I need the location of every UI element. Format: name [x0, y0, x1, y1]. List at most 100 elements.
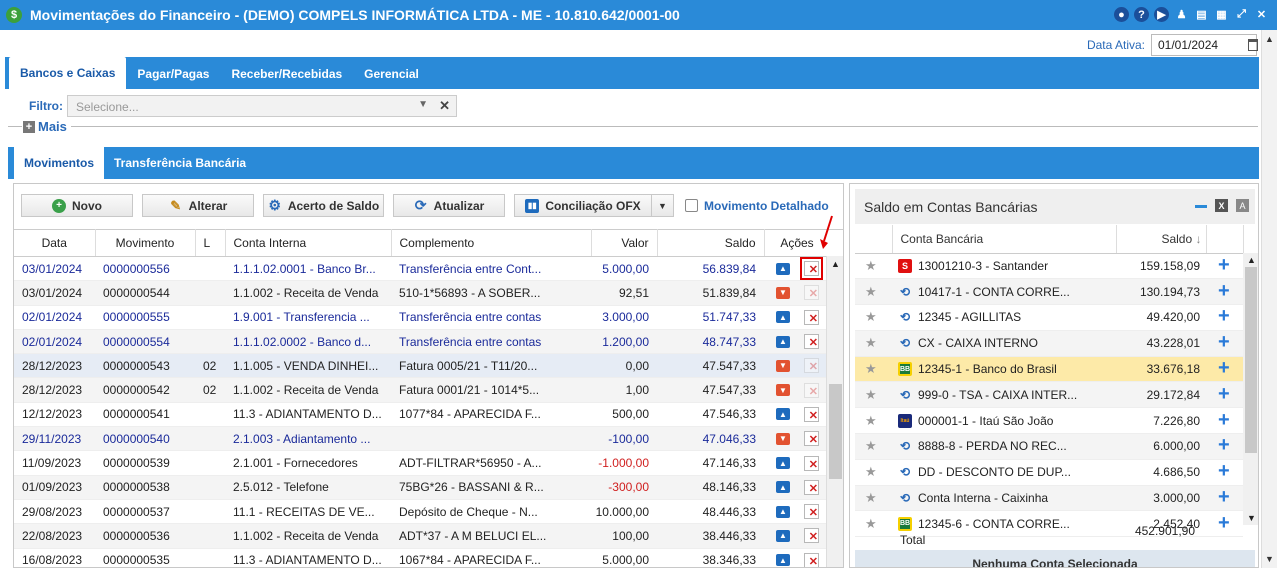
- thumbs-up-icon[interactable]: ▲: [776, 408, 790, 421]
- tab-receber-recebidas[interactable]: Receber/Recebidas: [220, 58, 353, 89]
- thumbs-up-icon[interactable]: ▲: [776, 335, 790, 348]
- thumbs-up-icon[interactable]: ▲: [776, 311, 790, 324]
- add-plus-icon[interactable]: +: [1206, 485, 1243, 512]
- favorite-star-icon[interactable]: ★: [855, 356, 892, 383]
- cancel-document-icon[interactable]: ✕: [804, 552, 819, 567]
- table-row[interactable]: ★ Itaú 000001-1 - Itaú São João 7.226,80 +: [855, 407, 1243, 435]
- excel-icon[interactable]: X: [1215, 199, 1228, 212]
- filtro-select[interactable]: Selecione... ▼ ✕: [67, 95, 457, 117]
- favorite-star-icon[interactable]: ★: [855, 253, 892, 280]
- add-plus-icon[interactable]: +: [1206, 330, 1243, 357]
- alterar-button[interactable]: ✎ Alterar: [142, 194, 254, 217]
- mais-toggle[interactable]: + Mais: [8, 119, 1258, 134]
- calendar-icon[interactable]: [1248, 39, 1258, 51]
- thumbs-up-icon[interactable]: ▲: [776, 262, 790, 275]
- tab-bancos-caixas[interactable]: Bancos e Caixas: [9, 57, 127, 89]
- table-row[interactable]: ★ ⟲ DD - DESCONTO DE DUP... 4.686,50 +: [855, 459, 1243, 486]
- add-plus-icon[interactable]: +: [1206, 356, 1243, 383]
- atualizar-button[interactable]: ⟳ Atualizar: [393, 194, 505, 217]
- cancel-document-icon[interactable]: ✕: [804, 504, 819, 520]
- thumbs-up-icon[interactable]: ▲: [776, 505, 790, 518]
- page-scrollbar[interactable]: ▲ ▼: [1261, 30, 1277, 568]
- add-plus-icon[interactable]: +: [1206, 381, 1243, 409]
- thumbs-up-icon[interactable]: ▲: [776, 481, 790, 494]
- clear-icon[interactable]: ✕: [439, 98, 450, 114]
- pdf-icon[interactable]: A: [1236, 199, 1249, 212]
- favorite-star-icon[interactable]: ★: [855, 459, 892, 486]
- scroll-down-icon[interactable]: ▼: [1247, 513, 1256, 523]
- expand-plus-icon[interactable]: +: [23, 120, 35, 133]
- col-l[interactable]: L: [195, 229, 226, 257]
- col-valor[interactable]: Valor: [591, 229, 658, 257]
- favorite-star-icon[interactable]: ★: [855, 381, 892, 409]
- minimize-icon[interactable]: [1195, 205, 1207, 208]
- print-icon[interactable]: ▤: [1194, 7, 1209, 22]
- favorite-star-icon[interactable]: ★: [855, 330, 892, 357]
- thumbs-down-icon[interactable]: ▼: [776, 286, 790, 299]
- conciliacao-ofx-button[interactable]: ▮▮ Conciliação OFX: [514, 194, 652, 217]
- saldo-scrollbar[interactable]: ▲ ▼: [1243, 253, 1258, 525]
- tab-pagar-pagas[interactable]: Pagar/Pagas: [126, 58, 220, 89]
- thumbs-down-icon[interactable]: ▼: [776, 432, 790, 445]
- cancel-document-icon[interactable]: ✕: [804, 406, 819, 422]
- chevron-down-icon[interactable]: ▼: [418, 99, 428, 110]
- thumbs-down-icon[interactable]: ▼: [776, 384, 790, 397]
- favorite-star-icon[interactable]: ★: [855, 433, 892, 460]
- tab-gerencial[interactable]: Gerencial: [353, 58, 430, 89]
- cancel-document-icon[interactable]: ✕: [804, 431, 819, 447]
- table-row[interactable]: 29/11/2023 0000000540 2.1.003 - Adiantamen…: [14, 426, 843, 452]
- settings-icon[interactable]: ●: [1114, 7, 1129, 22]
- scroll-up-icon[interactable]: ▲: [1247, 255, 1256, 265]
- table-row[interactable]: ★ ⟲ Conta Interna - Caixinha 3.000,00 +: [855, 485, 1243, 512]
- col-conta-bancaria[interactable]: Conta Bancária: [892, 225, 1117, 254]
- favorite-star-icon[interactable]: ★: [855, 278, 892, 306]
- add-plus-icon[interactable]: +: [1206, 459, 1243, 486]
- cancel-document-icon[interactable]: ✕: [804, 358, 819, 374]
- thumbs-down-icon[interactable]: ▼: [776, 359, 790, 372]
- tab-transferencia-bancaria[interactable]: Transferência Bancária: [104, 147, 256, 179]
- cancel-document-icon[interactable]: ✕: [804, 479, 819, 495]
- movimentos-scrollbar[interactable]: ▲: [826, 256, 843, 567]
- table-row[interactable]: 28/12/2023 0000000542 02 1.1.002 - Receita …: [14, 377, 843, 403]
- add-plus-icon[interactable]: +: [1206, 407, 1243, 435]
- table-row[interactable]: ★ ⟲ 12345 - AGILLITAS 49.420,00 +: [855, 304, 1243, 331]
- thumbs-up-icon[interactable]: ▲: [776, 529, 790, 542]
- checkbox-box[interactable]: [685, 199, 698, 212]
- thumbs-up-icon[interactable]: ▲: [776, 457, 790, 470]
- cancel-document-icon[interactable]: ✕: [804, 285, 819, 301]
- table-row[interactable]: 22/08/2023 0000000536 1.1.002 - Receita de…: [14, 523, 843, 549]
- table-row[interactable]: 02/01/2024 0000000555 1.9.001 - Transferen…: [14, 305, 843, 330]
- cancel-document-icon[interactable]: ✕: [804, 334, 819, 350]
- table-row[interactable]: 29/08/2023 0000000537 11.1 - RECEITAS DE V…: [14, 499, 843, 525]
- table-row[interactable]: 01/09/2023 0000000538 2.5.012 - Telefone 75…: [14, 475, 843, 500]
- table-row[interactable]: 03/01/2024 0000000544 1.1.002 - Receita de…: [14, 280, 843, 306]
- favorite-star-icon[interactable]: ★: [855, 510, 892, 538]
- cancel-document-icon[interactable]: ✕: [804, 455, 819, 471]
- tab-movimentos[interactable]: Movimentos: [14, 147, 105, 179]
- user-icon[interactable]: ♟: [1174, 7, 1189, 22]
- table-row[interactable]: 02/01/2024 0000000554 1.1.1.02.0002 - Banc…: [14, 329, 843, 355]
- col-saldo[interactable]: Saldo ↓: [1116, 225, 1207, 254]
- table-row[interactable]: 16/08/2023 0000000535 11.3 - ADIANTAMENTO …: [14, 548, 843, 567]
- cancel-document-icon[interactable]: ✕: [804, 309, 819, 325]
- play-icon[interactable]: ▶: [1154, 7, 1169, 22]
- close-icon[interactable]: ✕: [1254, 7, 1269, 22]
- table-row[interactable]: ★ ⟲ 10417-1 - CONTA CORRE... 130.194,73 +: [855, 278, 1243, 306]
- table-row[interactable]: ★ S 13001210-3 - Santander 159.158,09 +: [855, 253, 1243, 280]
- scroll-up-icon[interactable]: ▲: [831, 259, 840, 269]
- cancel-document-icon[interactable]: ✕: [804, 528, 819, 544]
- data-ativa-input[interactable]: 01/01/2024: [1151, 34, 1258, 56]
- table-row[interactable]: ★ ⟲ 8888-8 - PERDA NO REC... 6.000,00 +: [855, 433, 1243, 460]
- favorite-star-icon[interactable]: ★: [855, 407, 892, 435]
- favorite-star-icon[interactable]: ★: [855, 485, 892, 512]
- add-plus-icon[interactable]: +: [1206, 510, 1243, 538]
- novo-button[interactable]: + Novo: [21, 194, 133, 217]
- thumbs-up-icon[interactable]: ▲: [776, 554, 790, 567]
- help-icon[interactable]: ?: [1134, 7, 1149, 22]
- acerto-saldo-button[interactable]: ⚙ Acerto de Saldo: [263, 194, 384, 217]
- col-conta-interna[interactable]: Conta Interna: [225, 229, 392, 257]
- scrollbar-thumb[interactable]: [829, 384, 842, 479]
- col-saldo[interactable]: Saldo: [657, 229, 765, 257]
- mais-label[interactable]: Mais: [38, 119, 67, 134]
- table-row[interactable]: 12/12/2023 0000000541 11.3 - ADIANTAMENTO …: [14, 402, 843, 428]
